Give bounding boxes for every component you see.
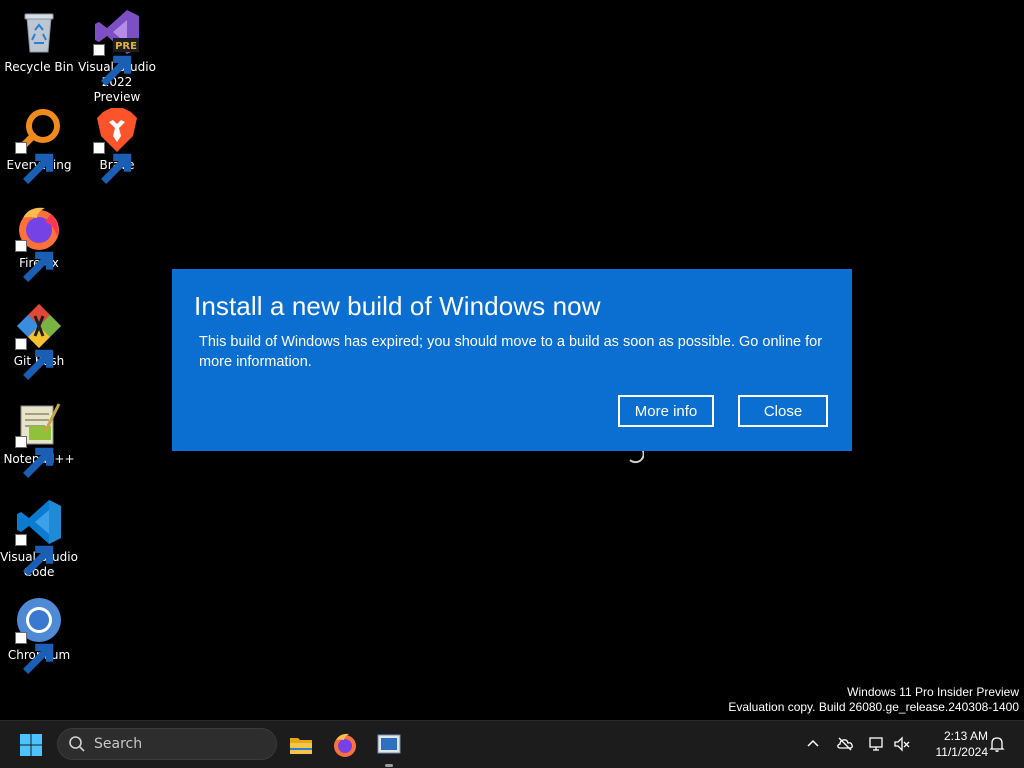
- chevron-up-icon: [807, 739, 819, 747]
- visual-studio-preview-icon: PRE: [93, 8, 141, 86]
- dialog-message: This build of Windows has expired; you s…: [199, 334, 823, 370]
- start-button[interactable]: [14, 728, 48, 762]
- shortcut-arrow-icon: [93, 142, 132, 184]
- desktop-icon-visual-studio-preview[interactable]: PRE Visual Studio 2022 Preview: [78, 8, 156, 105]
- desktop-icon-recycle-bin[interactable]: Recycle Bin: [0, 8, 78, 75]
- build-expired-dialog: Install a new build of Windows now This …: [172, 269, 852, 451]
- desktop-icon-label: Recycle Bin: [4, 60, 74, 74]
- recycle-bin-icon: [15, 8, 63, 56]
- watermark-build: Evaluation copy. Build 26080.ge_release.…: [728, 700, 1019, 714]
- file-explorer-icon: [290, 738, 312, 754]
- vscode-icon: [15, 498, 63, 576]
- git-bash-icon: [15, 302, 63, 380]
- evaluation-watermark: Windows 11 Pro Insider Preview Evaluatio…: [728, 685, 1019, 715]
- windows-logo-icon: [20, 734, 42, 756]
- taskbar: Search 2:13 AM 11/1/2024: [0, 720, 1024, 768]
- dialog-title: Install a new build of Windows now: [194, 291, 601, 321]
- tray-onedrive[interactable]: [834, 733, 856, 755]
- shortcut-arrow-icon: [15, 534, 54, 576]
- onedrive-offline-icon: [837, 737, 853, 751]
- chromium-icon: [15, 596, 63, 674]
- desktop-icon-chromium[interactable]: Chromium: [0, 596, 78, 674]
- shortcut-arrow-icon: [15, 338, 54, 380]
- shortcut-arrow-icon: [15, 142, 54, 184]
- taskbar-clock[interactable]: 2:13 AM 11/1/2024: [920, 728, 989, 760]
- more-info-button[interactable]: More info: [618, 395, 714, 427]
- clock-time: 2:13 AM: [943, 729, 988, 743]
- show-hidden-icons-button[interactable]: [802, 733, 824, 755]
- taskbar-file-explorer[interactable]: [284, 728, 318, 762]
- volume-muted-icon: [894, 736, 910, 752]
- shortcut-arrow-icon: [15, 436, 54, 478]
- notification-center-button[interactable]: [986, 733, 1008, 755]
- notepad-plus-plus-icon: [15, 400, 63, 478]
- network-icon: [869, 737, 883, 751]
- active-window-app-icon: [377, 734, 401, 754]
- shortcut-arrow-icon: [93, 44, 132, 86]
- desktop-icon-firefox[interactable]: Firefox: [0, 204, 78, 282]
- search-icon: [69, 736, 85, 752]
- taskbar-search-box[interactable]: Search: [57, 728, 277, 760]
- everything-search-icon: [15, 106, 63, 184]
- taskbar-active-app[interactable]: [372, 728, 406, 767]
- search-placeholder: Search: [94, 736, 143, 752]
- tray-volume[interactable]: [891, 733, 913, 755]
- desktop-icon-vscode[interactable]: Visual Studio Code: [0, 498, 78, 580]
- clock-date: 11/1/2024: [935, 745, 989, 759]
- tray-network[interactable]: [866, 733, 888, 755]
- desktop[interactable]: Recycle Bin PRE Visual Studio 2022 Previ…: [0, 0, 1024, 720]
- running-indicator: [385, 764, 393, 767]
- firefox-icon: [15, 204, 63, 282]
- desktop-icon-notepad-plus-plus[interactable]: Notepad++: [0, 400, 78, 478]
- shortcut-arrow-icon: [15, 240, 54, 282]
- desktop-icon-git-bash[interactable]: Git Bash: [0, 302, 78, 380]
- firefox-icon: [334, 733, 356, 757]
- desktop-icon-brave[interactable]: Brave: [78, 106, 156, 184]
- close-button[interactable]: Close: [738, 395, 828, 427]
- brave-browser-icon: [93, 106, 141, 184]
- notification-bell-icon: [989, 737, 1005, 752]
- taskbar-firefox[interactable]: [328, 728, 362, 762]
- desktop-icon-everything[interactable]: Everything: [0, 106, 78, 184]
- shortcut-arrow-icon: [15, 632, 54, 674]
- watermark-edition: Windows 11 Pro Insider Preview: [847, 685, 1019, 699]
